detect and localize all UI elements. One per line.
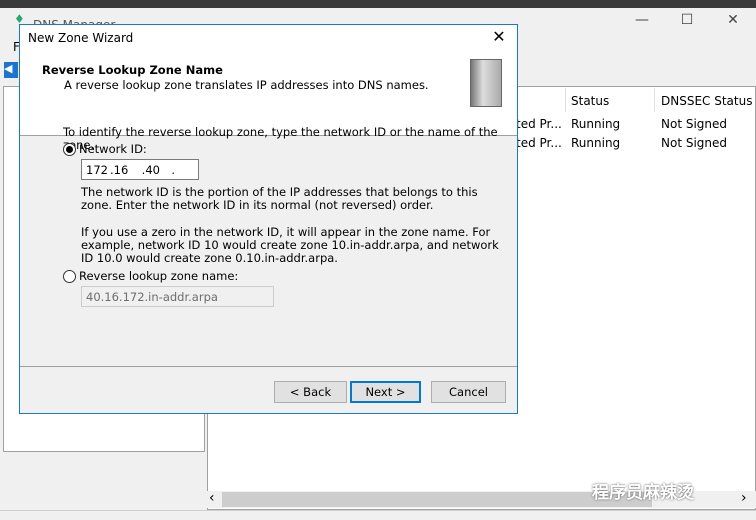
column-divider xyxy=(654,88,655,112)
footer-divider xyxy=(20,366,517,367)
column-divider xyxy=(565,88,566,112)
close-button[interactable]: ✕ xyxy=(723,12,743,32)
zone-name-radio[interactable] xyxy=(63,270,76,283)
column-header-status[interactable]: Status xyxy=(571,94,609,108)
zone-name-input[interactable]: 40.16.172.in-addr.arpa xyxy=(81,286,274,307)
back-button[interactable]: < Back xyxy=(274,381,347,403)
status-bar xyxy=(0,510,756,520)
new-zone-wizard-dialog: New Zone Wizard ✕ Reverse Lookup Zone Na… xyxy=(19,24,518,414)
cancel-button[interactable]: Cancel xyxy=(431,381,506,403)
network-id-label: Network ID: xyxy=(79,142,147,156)
column-header-dnssec[interactable]: DNSSEC Status xyxy=(661,94,752,108)
zone-name-label: Reverse lookup zone name: xyxy=(79,269,239,283)
row-dnssec: Not Signed xyxy=(661,117,728,131)
minimize-button[interactable]: — xyxy=(632,12,652,32)
scrollbar-thumb[interactable] xyxy=(222,492,652,507)
help-text-1: The network ID is the portion of the IP … xyxy=(81,185,478,212)
dialog-titlebar: New Zone Wizard ✕ xyxy=(20,25,517,49)
network-id-input[interactable]: 172 . 16 . 40 . xyxy=(81,159,199,180)
help-text-2: If you use a zero in the network ID, it … xyxy=(81,225,499,265)
server-icon xyxy=(470,59,502,107)
maximize-button[interactable]: ☐ xyxy=(677,12,697,32)
back-arrow-icon[interactable]: ◀ xyxy=(4,62,18,78)
watermark: 程序员麻辣烫 xyxy=(592,483,694,503)
network-id-radio[interactable] xyxy=(63,143,76,156)
header-title: Reverse Lookup Zone Name xyxy=(42,63,223,77)
scroll-right-icon[interactable]: › xyxy=(741,490,747,506)
row-type: ted Pr... xyxy=(516,117,562,131)
row-status: Running xyxy=(571,117,621,131)
octet-3[interactable]: 40 xyxy=(145,163,171,177)
octet-1[interactable]: 172 xyxy=(86,163,110,177)
row-dnssec: Not Signed xyxy=(661,136,728,150)
row-status: Running xyxy=(571,136,621,150)
header-subtitle: A reverse lookup zone translates IP addr… xyxy=(64,78,429,92)
scroll-left-icon[interactable]: ‹ xyxy=(209,490,215,506)
dialog-close-button[interactable]: ✕ xyxy=(489,27,509,46)
top-strip xyxy=(0,0,756,8)
next-button[interactable]: Next > xyxy=(350,381,421,403)
dialog-title: New Zone Wizard xyxy=(28,31,134,45)
octet-2[interactable]: 16 xyxy=(114,163,142,177)
row-type: ted Pr... xyxy=(516,136,562,150)
